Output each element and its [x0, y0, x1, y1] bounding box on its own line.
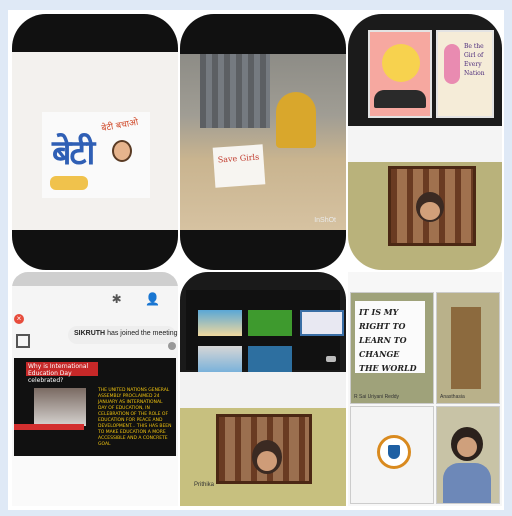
participant-label: Anasthasia: [440, 394, 465, 400]
girl-drawing: [444, 44, 460, 84]
tile-drawing-beti: बेटी बेटी बचाओ: [12, 14, 178, 270]
paper-background: बेटी बेटी बचाओ: [12, 52, 178, 230]
beti-drawing: बेटी बेटी बचाओ: [42, 112, 150, 198]
slide-thumbnail[interactable]: [198, 310, 242, 336]
sun-drawing: [382, 44, 420, 82]
bluetooth-person-icons: ✱ 👤: [111, 292, 170, 306]
curtain: [200, 54, 270, 128]
poster-board: Be the Girl of Every Nation: [348, 14, 502, 126]
watermark: InShOt: [314, 217, 336, 224]
handwritten-sign: It is my right to learn to change the wo…: [355, 301, 425, 373]
poster-sun-hand: [368, 30, 432, 118]
close-icon[interactable]: ×: [14, 314, 24, 324]
slide-red-bar: [14, 424, 84, 430]
participant-tile[interactable]: [436, 406, 500, 504]
tile-screen-share: Prithika: [180, 272, 346, 506]
school-logo-icon: [377, 435, 411, 469]
save-girls-card: Save Girls: [212, 144, 266, 188]
photo-collage: बेटी बेटी बचाओ Save Girls InShOt Be the …: [8, 10, 504, 510]
slide-thumbnail[interactable]: [248, 346, 292, 372]
join-notification: SIKRUTH has joined the meeting: [68, 326, 178, 344]
participant-avatar: [252, 440, 282, 474]
slide-photo: [34, 388, 86, 426]
tile-save-girls-card: Save Girls InShOt: [180, 14, 346, 270]
handwritten-note: बेटी बचाओ: [100, 117, 139, 135]
door: [451, 307, 481, 389]
more-icon[interactable]: [326, 356, 336, 362]
status-bar: [12, 272, 178, 286]
joined-user-name: SIKRUTH: [74, 330, 106, 337]
participant-tile[interactable]: [436, 292, 500, 404]
participant-name: Prithika: [194, 482, 215, 488]
poster-text: Be the Girl of Every Nation: [464, 43, 485, 77]
tile-phone-meeting: ✱ 👤 × SIKRUTH has joined the meeting Why…: [12, 272, 178, 506]
grid-view-icon[interactable]: [16, 334, 30, 348]
yellow-figure: [276, 92, 316, 148]
participant-avatar: [451, 427, 483, 461]
pen-icon[interactable]: [168, 342, 176, 350]
drawing-scribble: [50, 176, 88, 190]
slide-heading: Why is International Education Day celeb…: [26, 362, 98, 384]
tile-meet-grid: It is my right to learn to change the wo…: [348, 272, 502, 506]
card-text: Save Girls: [217, 152, 260, 165]
participant-label: R Sai Uriyani Reddy: [354, 394, 400, 400]
floor-scene: Save Girls InShOt: [180, 54, 346, 230]
joined-message: has joined the meeting: [107, 330, 178, 337]
participant-tile[interactable]: [350, 406, 434, 504]
slide-body: THE UNITED NATIONS GENERAL ASSEMBLY PROC…: [98, 388, 172, 447]
phone-bottom-area: [12, 456, 178, 506]
participant-avatar: [416, 192, 444, 222]
participant-video: Prithika: [180, 408, 346, 506]
poster-girl: Be the Girl of Every Nation: [436, 30, 494, 118]
slide-thumbnail[interactable]: [198, 346, 242, 372]
girl-face-drawing: [112, 140, 132, 162]
hand-drawing: [374, 90, 426, 108]
beti-letters: बेटी: [52, 133, 95, 173]
divider: [180, 372, 346, 408]
presentation-slide: Why is International Education Day celeb…: [14, 358, 176, 456]
participant-tile[interactable]: It is my right to learn to change the wo…: [350, 292, 434, 404]
participant-body: [443, 463, 491, 503]
slide-thumbnail[interactable]: [248, 310, 292, 336]
shared-screen: [186, 290, 344, 372]
slide-thumbnail[interactable]: [300, 310, 344, 336]
tile-posters: Be the Girl of Every Nation: [348, 14, 502, 270]
participant-video: [348, 162, 502, 270]
divider: [348, 126, 502, 162]
